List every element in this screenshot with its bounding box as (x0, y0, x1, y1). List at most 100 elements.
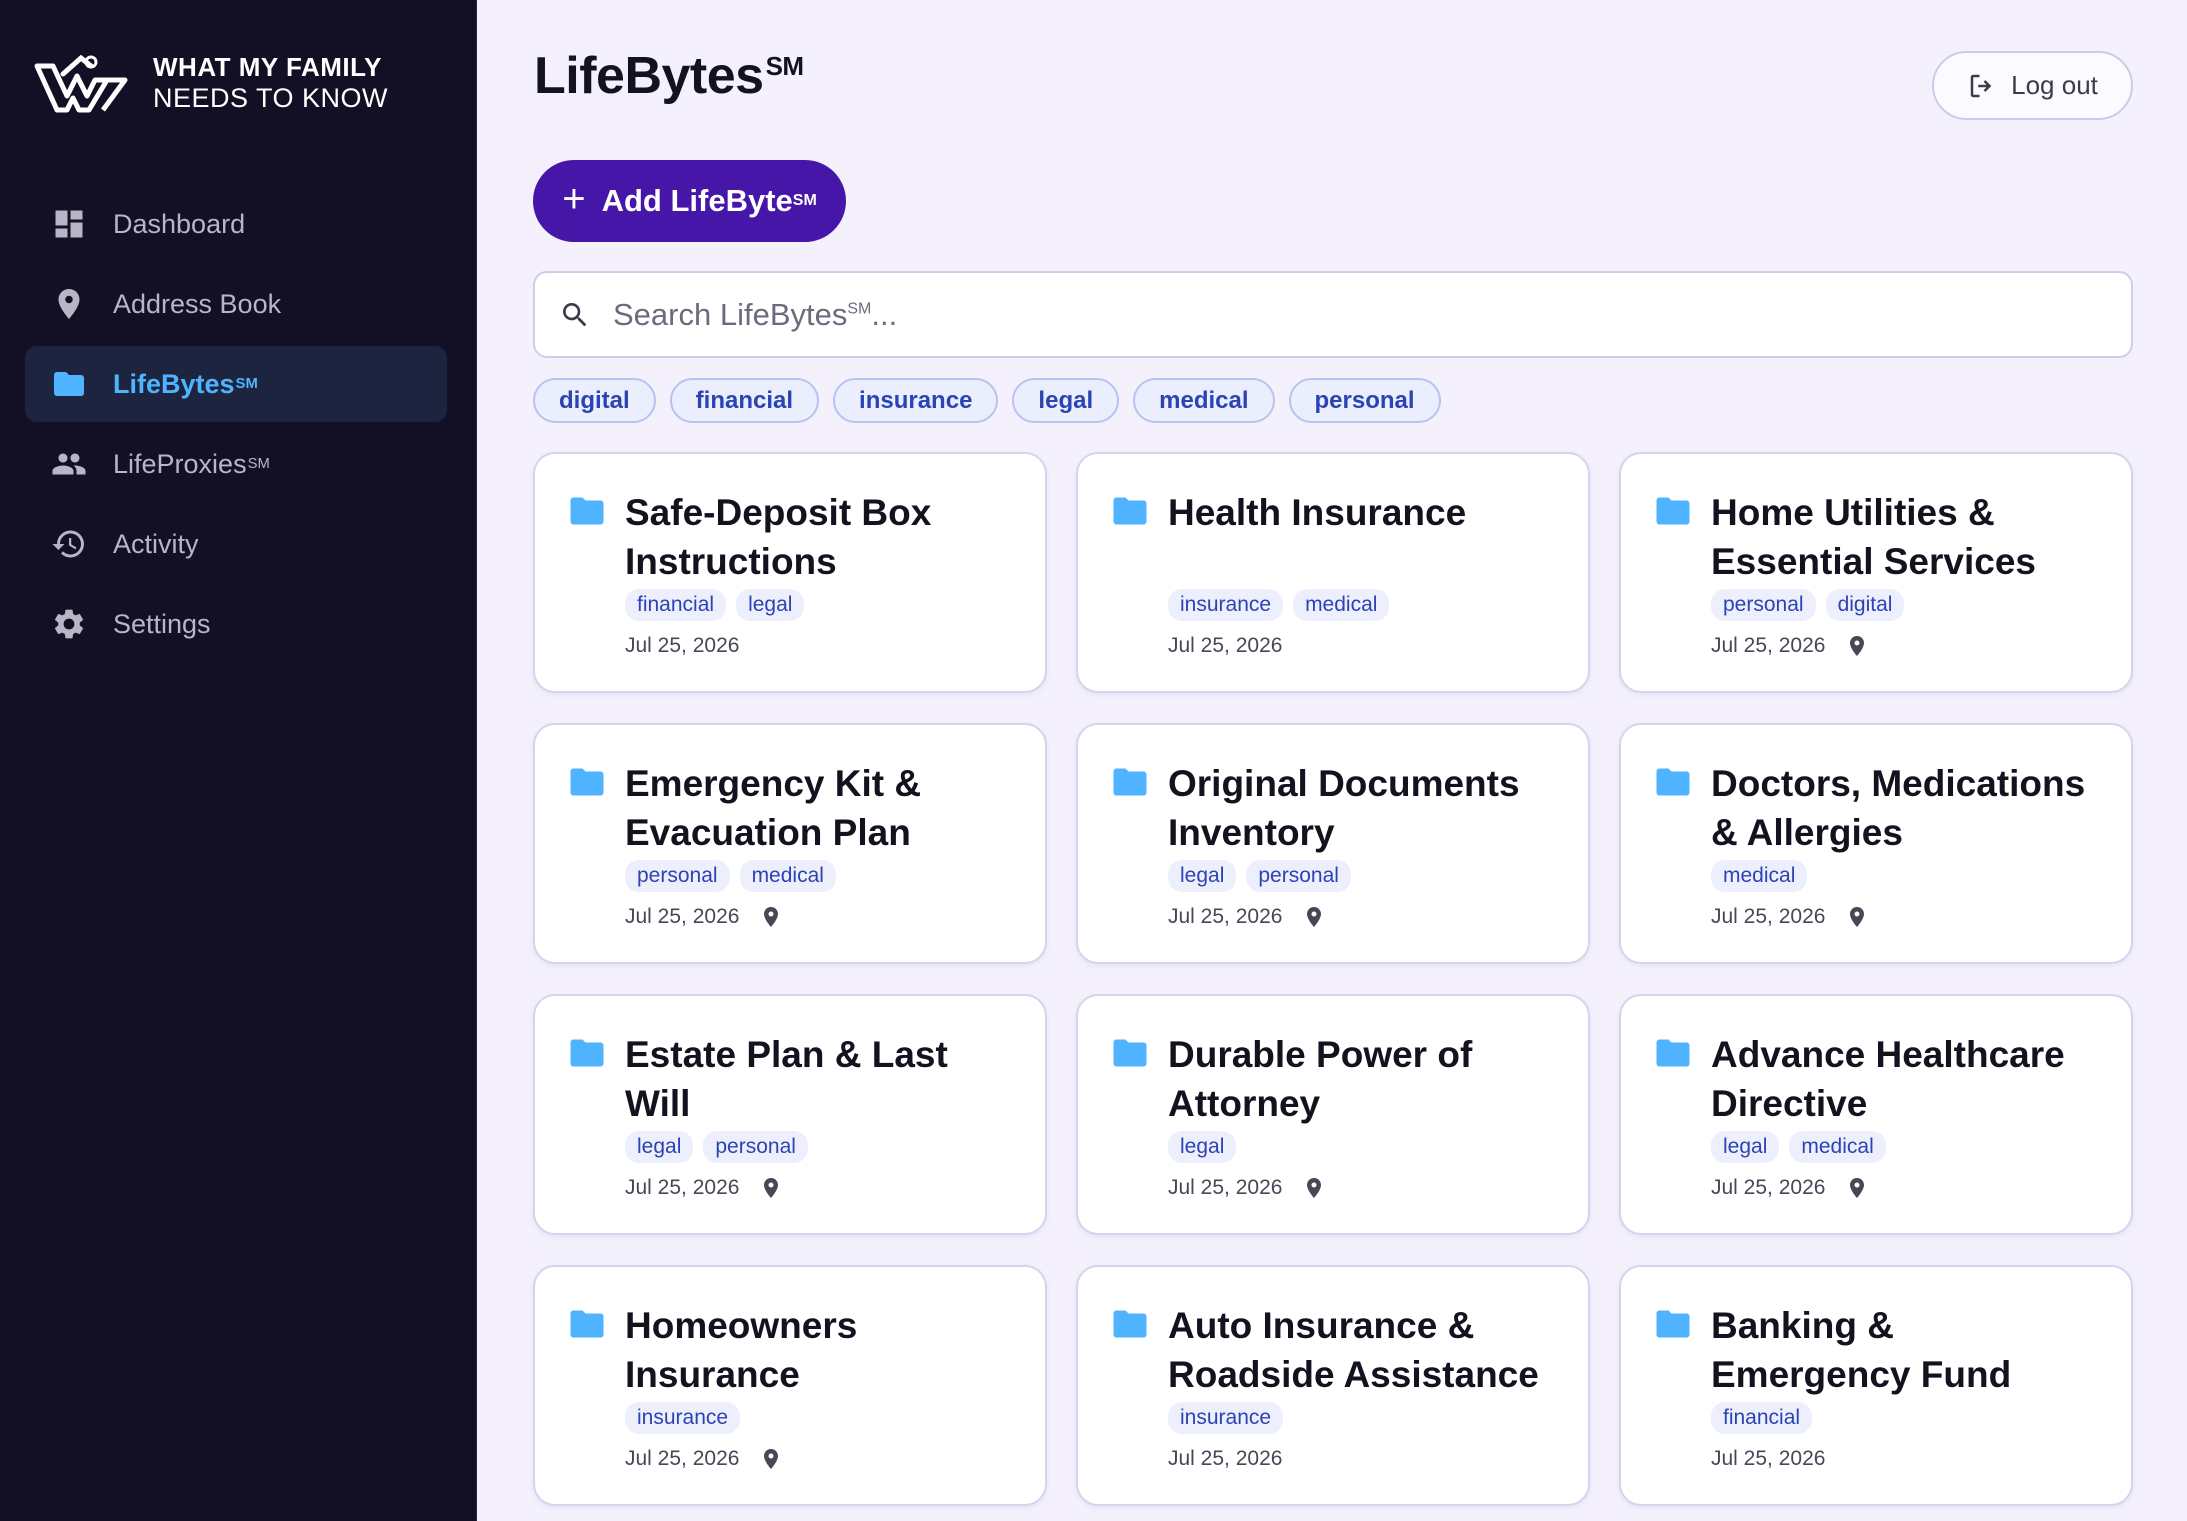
sidebar: WHAT MY FAMILY NEEDS TO KNOW Dashboard A… (0, 0, 477, 1521)
folder-icon (569, 496, 605, 526)
folder-icon (1655, 496, 1691, 526)
card-meta: Jul 25, 2026 (1168, 630, 1560, 662)
lifebyte-card[interactable]: Auto Insurance & Roadside Assistance insu… (1076, 1265, 1590, 1506)
folder-icon (51, 366, 87, 402)
card-meta: Jul 25, 2026 (1711, 630, 2103, 662)
card-meta: Jul 25, 2026 (1711, 1443, 2103, 1475)
logo-icon (34, 54, 128, 113)
card-tag[interactable]: legal (1168, 860, 1237, 892)
folder-icon (1112, 767, 1148, 797)
card-date: Jul 25, 2026 (1168, 1176, 1283, 1199)
service-mark: SM (792, 192, 817, 209)
location-pin-icon (1850, 1178, 1865, 1198)
lifebyte-card[interactable]: Emergency Kit & Evacuation Plan personal m… (533, 723, 1047, 964)
gear-icon (51, 606, 87, 642)
card-title: Emergency Kit & Evacuation Plan (625, 763, 922, 853)
card-tag[interactable]: personal (703, 1131, 808, 1163)
service-mark: SM (765, 50, 805, 81)
sidebar-item-activity[interactable]: Activity (25, 506, 447, 582)
card-tag[interactable]: personal (1246, 860, 1351, 892)
card-tag[interactable]: legal (1711, 1131, 1780, 1163)
card-title: Estate Plan & Last Will (625, 1034, 948, 1124)
filter-chip-personal[interactable]: personal (1288, 378, 1441, 423)
card-tag[interactable]: medical (1789, 1131, 1886, 1163)
search-placeholder: Search LifeBytesSM... (613, 296, 898, 332)
card-meta: Jul 25, 2026 (1711, 1172, 2103, 1204)
card-date: Jul 25, 2026 (1711, 1176, 1826, 1199)
card-date: Jul 25, 2026 (625, 905, 740, 928)
location-pin-icon (764, 907, 779, 927)
card-date: Jul 25, 2026 (625, 1176, 740, 1199)
sidebar-item-address-book[interactable]: Address Book (25, 266, 447, 342)
filter-chip-medical[interactable]: medical (1133, 378, 1275, 423)
card-meta: Jul 25, 2026 (1711, 901, 2103, 933)
logout-icon (1970, 74, 1992, 97)
card-title: Auto Insurance & Roadside Assistance (1168, 1305, 1539, 1395)
card-tag[interactable]: personal (1711, 589, 1816, 621)
card-meta: Jul 25, 2026 (1168, 1443, 1560, 1475)
folder-icon (569, 1038, 605, 1068)
sidebar-item-dashboard[interactable]: Dashboard (25, 186, 447, 262)
add-lifebyte-button[interactable]: + Add LifeByte SM (533, 160, 846, 242)
card-meta: Jul 25, 2026 (625, 1443, 1017, 1475)
brand-logo[interactable]: WHAT MY FAMILY NEEDS TO KNOW (33, 52, 388, 114)
logout-button[interactable]: Log out (1932, 51, 2133, 120)
lifebyte-card[interactable]: Doctors, Medications & Allergies medical J… (1619, 723, 2133, 964)
lifebyte-card[interactable]: Original Documents Inventory legal persona… (1076, 723, 1590, 964)
card-tag[interactable]: legal (1168, 1131, 1237, 1163)
card-tag[interactable]: personal (625, 860, 730, 892)
card-tag[interactable]: insurance (1168, 1402, 1284, 1434)
card-tag[interactable]: insurance (625, 1402, 741, 1434)
sidebar-item-label: Settings (113, 608, 211, 639)
card-tag[interactable]: medical (1293, 589, 1390, 621)
filter-chip-legal[interactable]: legal (1012, 378, 1120, 423)
sidebar-item-label: Dashboard (113, 208, 246, 239)
card-tags: insurance (1168, 1401, 1560, 1435)
location-pin-icon (1307, 907, 1322, 927)
lifebyte-card[interactable]: Durable Power of Attorney legal Jul 25, 20… (1076, 994, 1590, 1235)
card-tag[interactable]: legal (736, 589, 805, 621)
card-tag[interactable]: financial (1711, 1402, 1813, 1434)
card-tags: legal medical (1711, 1130, 2103, 1164)
card-title: Doctors, Medications & Allergies (1711, 763, 2086, 853)
folder-icon (1655, 767, 1691, 797)
sidebar-item-settings[interactable]: Settings (25, 586, 447, 662)
card-tags: financial legal (625, 588, 1017, 622)
card-tag[interactable]: digital (1825, 589, 1905, 621)
sidebar-item-lifeproxies[interactable]: LifeProxies SM (25, 426, 447, 502)
lifebyte-card[interactable]: Safe-Deposit Box Instructions financial le… (533, 452, 1047, 693)
card-tag[interactable]: medical (1711, 860, 1808, 892)
filter-chip-financial[interactable]: financial (669, 378, 820, 423)
folder-icon (569, 1309, 605, 1339)
card-date: Jul 25, 2026 (625, 634, 740, 657)
card-tags: legal (1168, 1130, 1560, 1164)
card-date: Jul 25, 2026 (1168, 634, 1283, 657)
card-tag[interactable]: medical (739, 860, 836, 892)
filter-chip-digital[interactable]: digital (533, 378, 656, 423)
filter-chip-insurance[interactable]: insurance (833, 378, 999, 423)
card-tag[interactable]: legal (625, 1131, 694, 1163)
card-tags: legal personal (1168, 859, 1560, 893)
folder-icon (1112, 1309, 1148, 1339)
search-input[interactable]: Search LifeBytesSM... (533, 271, 2133, 358)
card-meta: Jul 25, 2026 (1168, 1172, 1560, 1204)
card-tag[interactable]: financial (625, 589, 727, 621)
card-title: Durable Power of Attorney (1168, 1034, 1473, 1124)
lifebyte-card[interactable]: Health Insurance insurance medical Jul 25, … (1076, 452, 1590, 693)
lifebyte-card[interactable]: Estate Plan & Last Will legal personal Jul … (533, 994, 1047, 1235)
card-date: Jul 25, 2026 (1711, 1447, 1826, 1470)
card-tag[interactable]: insurance (1168, 589, 1284, 621)
lifebyte-card[interactable]: Advance Healthcare Directive legal medical… (1619, 994, 2133, 1235)
folder-icon (569, 767, 605, 797)
dashboard-icon (51, 206, 87, 242)
sidebar-item-label: LifeBytes (113, 368, 235, 399)
card-tags: insurance (625, 1401, 1017, 1435)
lifebyte-card[interactable]: Home Utilities & Essential Services perso… (1619, 452, 2133, 693)
lifebyte-card[interactable]: Banking & Emergency Fund financial Jul 25,… (1619, 1265, 2133, 1506)
card-date: Jul 25, 2026 (1711, 634, 1826, 657)
card-tags: legal personal (625, 1130, 1017, 1164)
lifebyte-card[interactable]: Homeowners Insurance insurance Jul 25, 202… (533, 1265, 1047, 1506)
logout-label: Log out (2011, 70, 2098, 100)
card-tags: personal digital (1711, 588, 2103, 622)
sidebar-item-lifebytes[interactable]: LifeBytes SM (25, 346, 447, 422)
